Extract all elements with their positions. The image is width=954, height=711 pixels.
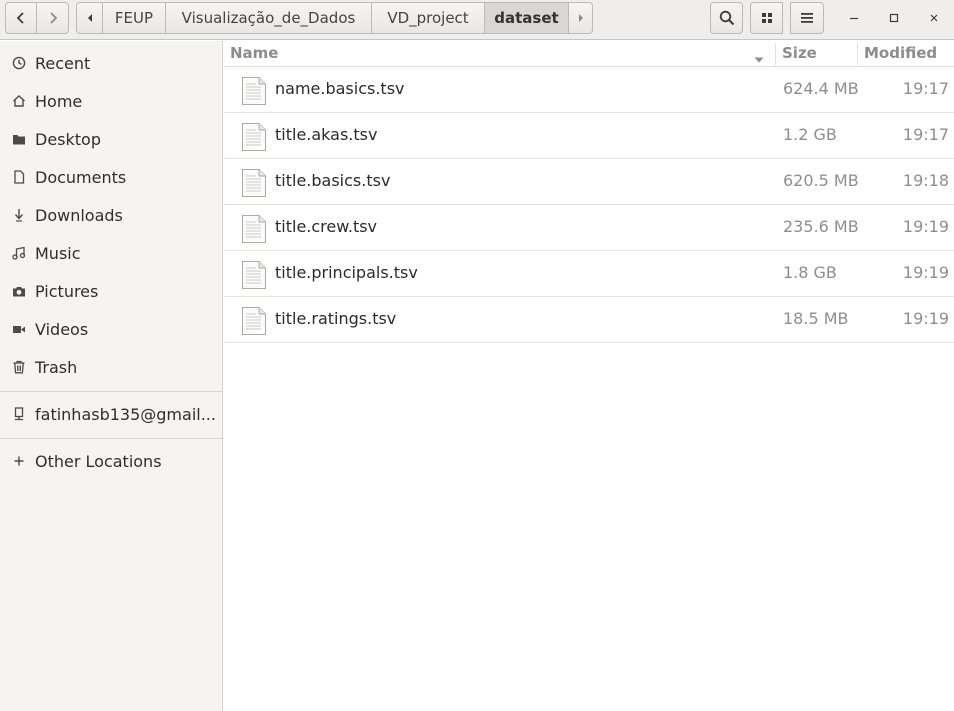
clock-icon [10, 55, 27, 72]
sidebar-item-label: fatinhasb135@gmail... [35, 404, 216, 424]
music-icon [10, 245, 27, 262]
close-icon [930, 14, 938, 22]
column-header-modified[interactable]: Modified [864, 44, 937, 62]
text-file-icon [241, 76, 267, 110]
file-modified: 19:19 [902, 309, 949, 328]
file-name: title.akas.tsv [275, 125, 378, 144]
file-size: 620.5 MB [783, 171, 859, 190]
search-icon [719, 10, 734, 26]
column-header-size[interactable]: Size [782, 44, 817, 62]
folder-icon [10, 131, 27, 148]
sidebar-item-label: Pictures [35, 281, 99, 301]
text-file-icon [241, 306, 267, 340]
file-name: title.crew.tsv [275, 217, 378, 236]
file-modified: 19:18 [902, 171, 949, 190]
chevron-left-icon [16, 12, 24, 24]
sidebar-item-label: Music [35, 243, 81, 263]
column-header-name[interactable]: Name [230, 44, 278, 62]
chevron-right-icon [49, 12, 57, 24]
download-icon [10, 207, 27, 224]
maximize-button[interactable] [878, 2, 910, 34]
sidebar-item-label: Trash [35, 357, 78, 377]
column-divider[interactable] [857, 43, 858, 65]
sidebar-item-home[interactable]: Home [0, 82, 222, 120]
file-size: 1.2 GB [783, 125, 837, 144]
view-toggle-button[interactable] [750, 2, 783, 34]
text-file-icon [241, 168, 267, 202]
file-modified: 19:19 [902, 217, 949, 236]
header-bar: FEUP Visualização_de_Dados VD_project da… [0, 0, 954, 40]
file-name: title.basics.tsv [275, 171, 391, 190]
plus-icon [10, 453, 27, 470]
file-modified: 19:17 [902, 79, 949, 98]
triangle-left-icon [87, 14, 92, 22]
sidebar-item-account[interactable]: fatinhasb135@gmail... [0, 395, 222, 433]
sidebar-item-label: Downloads [35, 205, 123, 225]
breadcrumb-feup[interactable]: FEUP [102, 2, 166, 34]
network-drive-icon [10, 406, 27, 423]
trash-icon [10, 359, 27, 376]
sidebar-item-label: Other Locations [35, 451, 162, 471]
table-row[interactable]: title.principals.tsv 1.8 GB 19:19 [224, 251, 954, 297]
sidebar-item-videos[interactable]: Videos [0, 310, 222, 348]
column-header-row: Name Size Modified [224, 41, 954, 67]
sidebar-item-other-locations[interactable]: Other Locations [0, 442, 222, 480]
sidebar-item-desktop[interactable]: Desktop [0, 120, 222, 158]
video-icon [10, 321, 27, 338]
breadcrumb-scroll-right-button[interactable] [568, 2, 593, 34]
sidebar-separator [0, 438, 222, 439]
sidebar: Recent Home Desktop Documents Downloads … [0, 41, 223, 711]
home-icon [10, 93, 27, 110]
file-size: 1.8 GB [783, 263, 837, 282]
file-modified: 19:17 [902, 125, 949, 144]
column-divider[interactable] [775, 43, 776, 65]
grid-view-icon [761, 13, 772, 23]
sidebar-item-label: Home [35, 91, 83, 111]
sidebar-item-label: Recent [35, 53, 91, 73]
table-row[interactable]: name.basics.tsv 624.4 MB 19:17 [224, 67, 954, 113]
table-row[interactable]: title.crew.tsv 235.6 MB 19:19 [224, 205, 954, 251]
file-modified: 19:19 [902, 263, 949, 282]
breadcrumb-vd-project[interactable]: VD_project [371, 2, 485, 34]
sidebar-item-documents[interactable]: Documents [0, 158, 222, 196]
breadcrumb-visualizacao-de-dados[interactable]: Visualização_de_Dados [165, 2, 372, 34]
minimize-icon [850, 17, 858, 20]
back-button[interactable] [5, 2, 37, 34]
menu-button[interactable] [790, 2, 824, 34]
table-row[interactable]: title.ratings.tsv 18.5 MB 19:19 [224, 297, 954, 343]
sidebar-item-pictures[interactable]: Pictures [0, 272, 222, 310]
hamburger-menu-icon [801, 13, 813, 23]
file-size: 624.4 MB [783, 79, 859, 98]
file-size: 18.5 MB [783, 309, 849, 328]
breadcrumb-dataset[interactable]: dataset [484, 2, 569, 34]
text-file-icon [241, 122, 267, 156]
file-name: name.basics.tsv [275, 79, 405, 98]
minimize-button[interactable] [838, 2, 870, 34]
sidebar-item-music[interactable]: Music [0, 234, 222, 272]
forward-button[interactable] [36, 2, 69, 34]
sort-descending-icon [754, 49, 764, 67]
sidebar-separator [0, 391, 222, 392]
text-file-icon [241, 260, 267, 294]
document-icon [10, 169, 27, 186]
maximize-icon [889, 13, 899, 23]
file-list-view: Name Size Modified name.basics.tsv 624.4… [224, 41, 954, 711]
file-name: title.ratings.tsv [275, 309, 397, 328]
triangle-right-icon [578, 14, 583, 22]
table-row[interactable]: title.basics.tsv 620.5 MB 19:18 [224, 159, 954, 205]
sidebar-item-downloads[interactable]: Downloads [0, 196, 222, 234]
file-name: title.principals.tsv [275, 263, 418, 282]
text-file-icon [241, 214, 267, 248]
search-button[interactable] [710, 2, 743, 34]
sidebar-item-trash[interactable]: Trash [0, 348, 222, 386]
file-size: 235.6 MB [783, 217, 859, 236]
breadcrumb-scroll-left-button[interactable] [76, 2, 103, 34]
sidebar-item-label: Documents [35, 167, 127, 187]
camera-icon [10, 283, 27, 300]
table-row[interactable]: title.akas.tsv 1.2 GB 19:17 [224, 113, 954, 159]
sidebar-item-recent[interactable]: Recent [0, 44, 222, 82]
sidebar-item-label: Videos [35, 319, 89, 339]
sidebar-item-label: Desktop [35, 129, 101, 149]
close-button[interactable] [918, 2, 950, 34]
